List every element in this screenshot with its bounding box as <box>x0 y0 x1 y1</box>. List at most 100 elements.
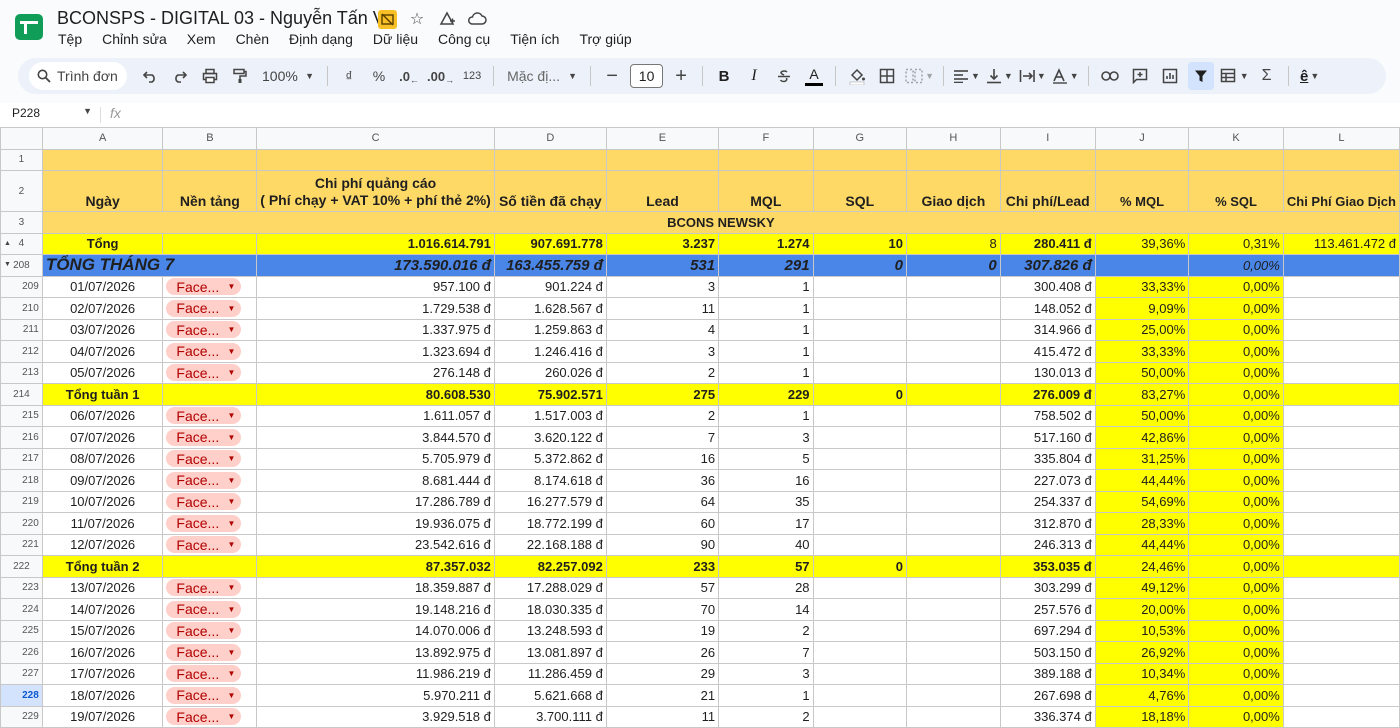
total-spent[interactable]: 907.691.778 <box>493 232 607 255</box>
deals-cell[interactable] <box>905 318 1001 341</box>
pct-sql-cell[interactable]: 0,00% <box>1188 684 1284 707</box>
cell[interactable] <box>1094 254 1190 277</box>
text-wrap-icon[interactable]: ▼ <box>1019 62 1046 90</box>
cpl-cell[interactable]: 697.294 đ <box>999 619 1096 642</box>
cost-cell[interactable]: 19.148.216 đ <box>256 598 495 621</box>
row-header[interactable]: 224 <box>0 598 43 621</box>
mql-cell[interactable]: 35 <box>718 490 814 513</box>
header-deals[interactable]: Giao dịch <box>905 170 1001 212</box>
deals-cell[interactable] <box>905 404 1001 427</box>
column-header[interactable]: D <box>493 127 607 150</box>
deals-cell[interactable] <box>905 426 1001 449</box>
pct-sql-cell[interactable]: 0,00% <box>1188 533 1284 556</box>
cost-deal-cell[interactable] <box>1282 275 1400 298</box>
mql-cell[interactable]: 5 <box>718 447 814 470</box>
month-cpl[interactable]: 307.826 đ <box>999 254 1096 277</box>
date-cell[interactable]: 05/07/2026 <box>41 361 164 384</box>
lead-cell[interactable]: 21 <box>605 684 720 707</box>
sql-cell[interactable] <box>812 533 907 556</box>
cost-deal-cell[interactable] <box>1282 447 1400 470</box>
pct-mql-cell[interactable]: 33,33% <box>1094 340 1190 363</box>
bold-button[interactable]: B <box>712 62 736 90</box>
cost-cell[interactable]: 11.986.219 đ <box>256 662 495 685</box>
platform-cell[interactable]: Face... ▼ <box>162 662 258 685</box>
section-title[interactable]: BCONS NEWSKY <box>41 211 1400 234</box>
cost-deal-cell[interactable] <box>1282 318 1400 341</box>
platform-cell[interactable]: Face... ▼ <box>162 512 258 535</box>
row-header[interactable]: 228 <box>0 684 43 707</box>
cell[interactable] <box>718 148 814 171</box>
spent-cell[interactable]: 901.224 đ <box>493 275 607 298</box>
spent-cell[interactable]: 1.517.003 đ <box>493 404 607 427</box>
deals-cell[interactable] <box>905 598 1001 621</box>
header-sql[interactable]: SQL <box>812 170 907 212</box>
insert-comment-icon[interactable] <box>1128 62 1152 90</box>
date-cell[interactable]: 15/07/2026 <box>41 619 164 642</box>
undo-icon[interactable] <box>138 62 162 90</box>
column-header[interactable]: C <box>256 127 495 150</box>
cell[interactable] <box>493 148 607 171</box>
total-deals[interactable]: 8 <box>905 232 1001 255</box>
row-header[interactable]: 209 <box>0 275 43 298</box>
week-sql[interactable]: 0 <box>812 555 907 578</box>
increase-decimal-button[interactable]: .00 → <box>427 62 454 90</box>
cost-cell[interactable]: 17.286.789 đ <box>256 490 495 513</box>
spent-cell[interactable]: 16.277.579 đ <box>493 490 607 513</box>
platform-dropdown-chip[interactable]: Face... ▼ <box>166 471 242 489</box>
text-rotation-icon[interactable]: ▼ <box>1052 62 1079 90</box>
pct-mql-cell[interactable]: 54,69% <box>1094 490 1190 513</box>
insert-link-icon[interactable] <box>1098 62 1122 90</box>
cpl-cell[interactable]: 758.502 đ <box>999 404 1096 427</box>
week-label[interactable]: Tổng tuần 2 <box>41 555 164 578</box>
row-header[interactable]: 225 <box>0 619 43 642</box>
spent-cell[interactable]: 17.288.029 đ <box>493 576 607 599</box>
name-box[interactable]: P228 ▼ <box>12 106 92 120</box>
platform-dropdown-chip[interactable]: Face... ▼ <box>166 428 242 446</box>
row-header[interactable]: ▼ 208 <box>0 254 43 277</box>
cpl-cell[interactable]: 314.966 đ <box>999 318 1096 341</box>
mql-cell[interactable]: 1 <box>718 275 814 298</box>
pct-sql-cell[interactable]: 0,00% <box>1188 340 1284 363</box>
menu-format[interactable]: Định dạng <box>279 31 363 47</box>
cost-deal-cell[interactable] <box>1282 641 1400 664</box>
sql-cell[interactable] <box>812 641 907 664</box>
paint-format-icon[interactable] <box>228 62 252 90</box>
week-sql[interactable]: 0 <box>812 383 907 406</box>
date-cell[interactable]: 19/07/2026 <box>41 705 164 728</box>
deals-cell[interactable] <box>905 340 1001 363</box>
spent-cell[interactable]: 18.030.335 đ <box>493 598 607 621</box>
month-spent[interactable]: 163.455.759 đ <box>493 254 607 277</box>
cell[interactable] <box>1282 254 1400 277</box>
column-header[interactable]: L <box>1282 127 1400 150</box>
lead-cell[interactable]: 2 <box>605 404 720 427</box>
month-pct-sql[interactable]: 0,00% <box>1188 254 1284 277</box>
deals-cell[interactable] <box>905 469 1001 492</box>
row-header[interactable]: 1 <box>0 148 43 171</box>
pct-sql-cell[interactable]: 0,00% <box>1188 447 1284 470</box>
cost-deal-cell[interactable] <box>1282 361 1400 384</box>
sql-cell[interactable] <box>812 619 907 642</box>
platform-dropdown-chip[interactable]: Face... ▼ <box>166 600 242 618</box>
cost-cell[interactable]: 1.611.057 đ <box>256 404 495 427</box>
italic-button[interactable]: I <box>742 62 766 90</box>
cost-cell[interactable]: 276.148 đ <box>256 361 495 384</box>
cpl-cell[interactable]: 254.337 đ <box>999 490 1096 513</box>
lead-cell[interactable]: 4 <box>605 318 720 341</box>
lead-cell[interactable]: 3 <box>605 275 720 298</box>
column-header[interactable]: E <box>605 127 720 150</box>
vertical-align-icon[interactable]: ▼ <box>986 62 1013 90</box>
cell[interactable] <box>1282 383 1400 406</box>
menu-insert[interactable]: Chèn <box>226 31 279 47</box>
spent-cell[interactable]: 8.174.618 đ <box>493 469 607 492</box>
sql-cell[interactable] <box>812 318 907 341</box>
cpl-cell[interactable]: 517.160 đ <box>999 426 1096 449</box>
spent-cell[interactable]: 5.372.862 đ <box>493 447 607 470</box>
lead-cell[interactable]: 60 <box>605 512 720 535</box>
week-pct-sql[interactable]: 0,00% <box>1188 555 1284 578</box>
cost-cell[interactable]: 1.729.538 đ <box>256 297 495 320</box>
pct-mql-cell[interactable]: 33,33% <box>1094 275 1190 298</box>
row-header[interactable]: 220 <box>0 512 43 535</box>
pct-sql-cell[interactable]: 0,00% <box>1188 619 1284 642</box>
pct-mql-cell[interactable]: 50,00% <box>1094 404 1190 427</box>
no-sync-badge-icon[interactable] <box>378 9 397 29</box>
